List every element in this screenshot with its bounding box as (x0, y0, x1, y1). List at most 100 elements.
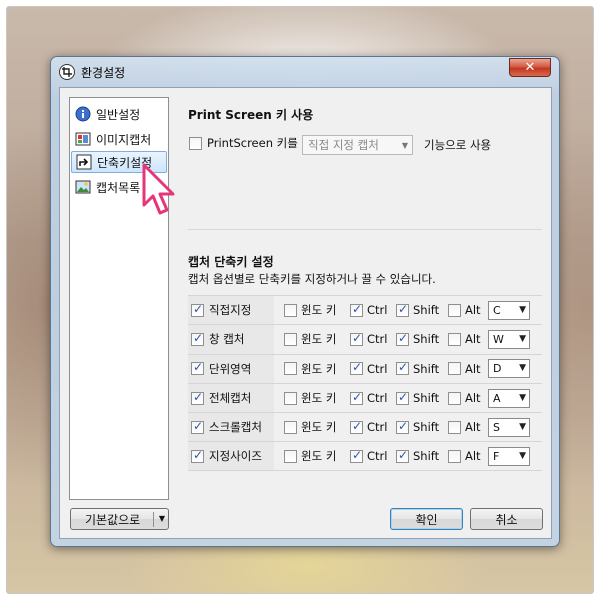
alt-label: Alt (465, 391, 481, 406)
reset-defaults-button[interactable]: 기본값으로 ▼ (70, 508, 169, 530)
shortcut-key-value: A (493, 391, 501, 405)
win-label: 윈도 키 (301, 420, 337, 435)
ctrl-modifier[interactable]: Ctrl (350, 331, 396, 346)
shortcut-name: 단위영역 (209, 361, 252, 376)
win-modifier[interactable]: 윈도 키 (284, 448, 350, 464)
shift-checkbox[interactable] (396, 331, 409, 346)
ctrl-checkbox[interactable] (350, 360, 363, 376)
alt-checkbox[interactable] (448, 303, 461, 317)
ctrl-modifier[interactable]: Ctrl (350, 390, 396, 406)
alt-modifier[interactable]: Alt (448, 332, 488, 346)
shortcut-key-value: D (493, 362, 502, 376)
shortcut-key-select[interactable]: D ▼ (488, 359, 530, 379)
win-label: 윈도 키 (301, 361, 337, 376)
split-separator (153, 512, 154, 527)
shift-checkbox[interactable] (396, 419, 409, 434)
ctrl-modifier[interactable]: Ctrl (350, 302, 396, 317)
shortcut-enable-checkbox[interactable] (191, 419, 204, 434)
shift-modifier[interactable]: Shift (396, 302, 448, 317)
win-checkbox[interactable] (284, 332, 297, 346)
shift-modifier[interactable]: Shift (396, 419, 448, 434)
shift-modifier[interactable]: Shift (396, 360, 448, 376)
ctrl-checkbox[interactable] (350, 419, 363, 434)
alt-checkbox[interactable] (448, 449, 461, 463)
win-modifier[interactable]: 윈도 키 (284, 390, 350, 406)
win-label: 윈도 키 (301, 332, 337, 347)
table-row: 단위영역 윈도 키 CtrlShiftAltD▼ (188, 353, 542, 383)
win-modifier[interactable]: 윈도 키 (284, 302, 350, 318)
shortcut-key-select[interactable]: S ▼ (488, 417, 530, 437)
alt-checkbox[interactable] (448, 362, 461, 376)
shift-checkbox[interactable] (396, 448, 409, 463)
alt-modifier[interactable]: Alt (448, 362, 488, 376)
shortcut-enable-cell[interactable]: 창 캡처 (188, 325, 274, 354)
shift-modifier[interactable]: Shift (396, 448, 448, 463)
title-bar[interactable]: 환경설정 ✕ (51, 57, 559, 87)
ctrl-checkbox[interactable] (350, 331, 363, 346)
alt-checkbox[interactable] (448, 332, 461, 346)
shortcut-enable-checkbox[interactable] (191, 360, 204, 376)
shortcut-enable-checkbox[interactable] (191, 331, 204, 346)
printscreen-option[interactable]: PrintScreen 키를 (189, 135, 298, 151)
ctrl-modifier[interactable]: Ctrl (350, 419, 396, 434)
alt-checkbox[interactable] (448, 420, 461, 434)
shortcut-enable-checkbox[interactable] (191, 302, 204, 317)
win-checkbox[interactable] (284, 420, 297, 434)
image-capture-icon (75, 132, 91, 146)
alt-modifier[interactable]: Alt (448, 420, 488, 434)
shift-modifier[interactable]: Shift (396, 390, 448, 405)
win-modifier[interactable]: 윈도 키 (284, 361, 350, 377)
win-checkbox[interactable] (284, 449, 297, 463)
alt-modifier[interactable]: Alt (448, 449, 488, 463)
win-label: 윈도 키 (301, 303, 337, 318)
ctrl-modifier[interactable]: Ctrl (350, 360, 396, 376)
shortcut-enable-cell[interactable]: 직접지정 (188, 296, 274, 325)
alt-modifier[interactable]: Alt (448, 303, 488, 317)
win-checkbox[interactable] (284, 391, 297, 405)
win-modifier[interactable]: 윈도 키 (284, 419, 350, 435)
section-divider (188, 229, 542, 230)
shortcut-enable-cell[interactable]: 스크롤캡처 (188, 413, 274, 442)
mouse-pointer-icon (142, 163, 175, 215)
shortcut-icon (76, 154, 92, 170)
shortcut-enable-cell[interactable]: 지정사이즈 (188, 442, 274, 470)
printscreen-function-select[interactable]: 직접 지정 캡처 ▼ (302, 135, 413, 155)
ctrl-checkbox[interactable] (350, 448, 363, 463)
ctrl-checkbox[interactable] (350, 302, 363, 317)
close-button[interactable]: ✕ (509, 58, 551, 77)
shortcut-key-select[interactable]: C ▼ (488, 300, 530, 320)
chevron-down-icon: ▼ (519, 450, 526, 461)
sidebar-item-general[interactable]: 일반설정 (71, 103, 167, 125)
sidebar-item-image-capture[interactable]: 이미지캡처 (71, 128, 167, 150)
shortcut-key-select[interactable]: F ▼ (488, 446, 530, 466)
shift-checkbox[interactable] (396, 390, 409, 405)
ctrl-checkbox[interactable] (350, 390, 363, 405)
shift-checkbox[interactable] (396, 360, 409, 376)
chevron-down-icon: ▼ (401, 141, 408, 150)
alt-checkbox[interactable] (448, 391, 461, 405)
ctrl-modifier[interactable]: Ctrl (350, 448, 396, 463)
table-row: 전체캡처 윈도 키 Ctrl Shift Alt A▼ (188, 382, 542, 413)
printscreen-select-value: 직접 지정 캡처 (308, 138, 379, 152)
printscreen-suffix: 기능으로 사용 (424, 138, 492, 152)
shortcut-key-select[interactable]: W ▼ (488, 329, 530, 349)
printscreen-checkbox[interactable] (189, 136, 202, 150)
ctrl-label: Ctrl (367, 391, 388, 406)
alt-modifier[interactable]: Alt (448, 391, 488, 405)
cancel-button[interactable]: 취소 (470, 508, 543, 530)
ok-button[interactable]: 확인 (390, 508, 463, 530)
shortcut-enable-cell[interactable]: 단위영역 (188, 354, 274, 383)
table-row: 지정사이즈윈도 키CtrlShiftAltF▼ (188, 441, 542, 471)
shortcut-enable-cell[interactable]: 전체캡처 (188, 383, 274, 413)
win-checkbox[interactable] (284, 303, 297, 317)
shortcut-key-value: F (493, 449, 500, 463)
window-title: 환경설정 (81, 66, 126, 80)
shortcut-enable-checkbox[interactable] (191, 390, 204, 405)
shift-checkbox[interactable] (396, 302, 409, 317)
shift-modifier[interactable]: Shift (396, 331, 448, 346)
shortcut-key-select[interactable]: A ▼ (488, 388, 530, 408)
win-checkbox[interactable] (284, 362, 297, 376)
alt-label: Alt (465, 303, 481, 318)
shortcut-enable-checkbox[interactable] (191, 448, 204, 463)
win-modifier[interactable]: 윈도 키 (284, 331, 350, 347)
